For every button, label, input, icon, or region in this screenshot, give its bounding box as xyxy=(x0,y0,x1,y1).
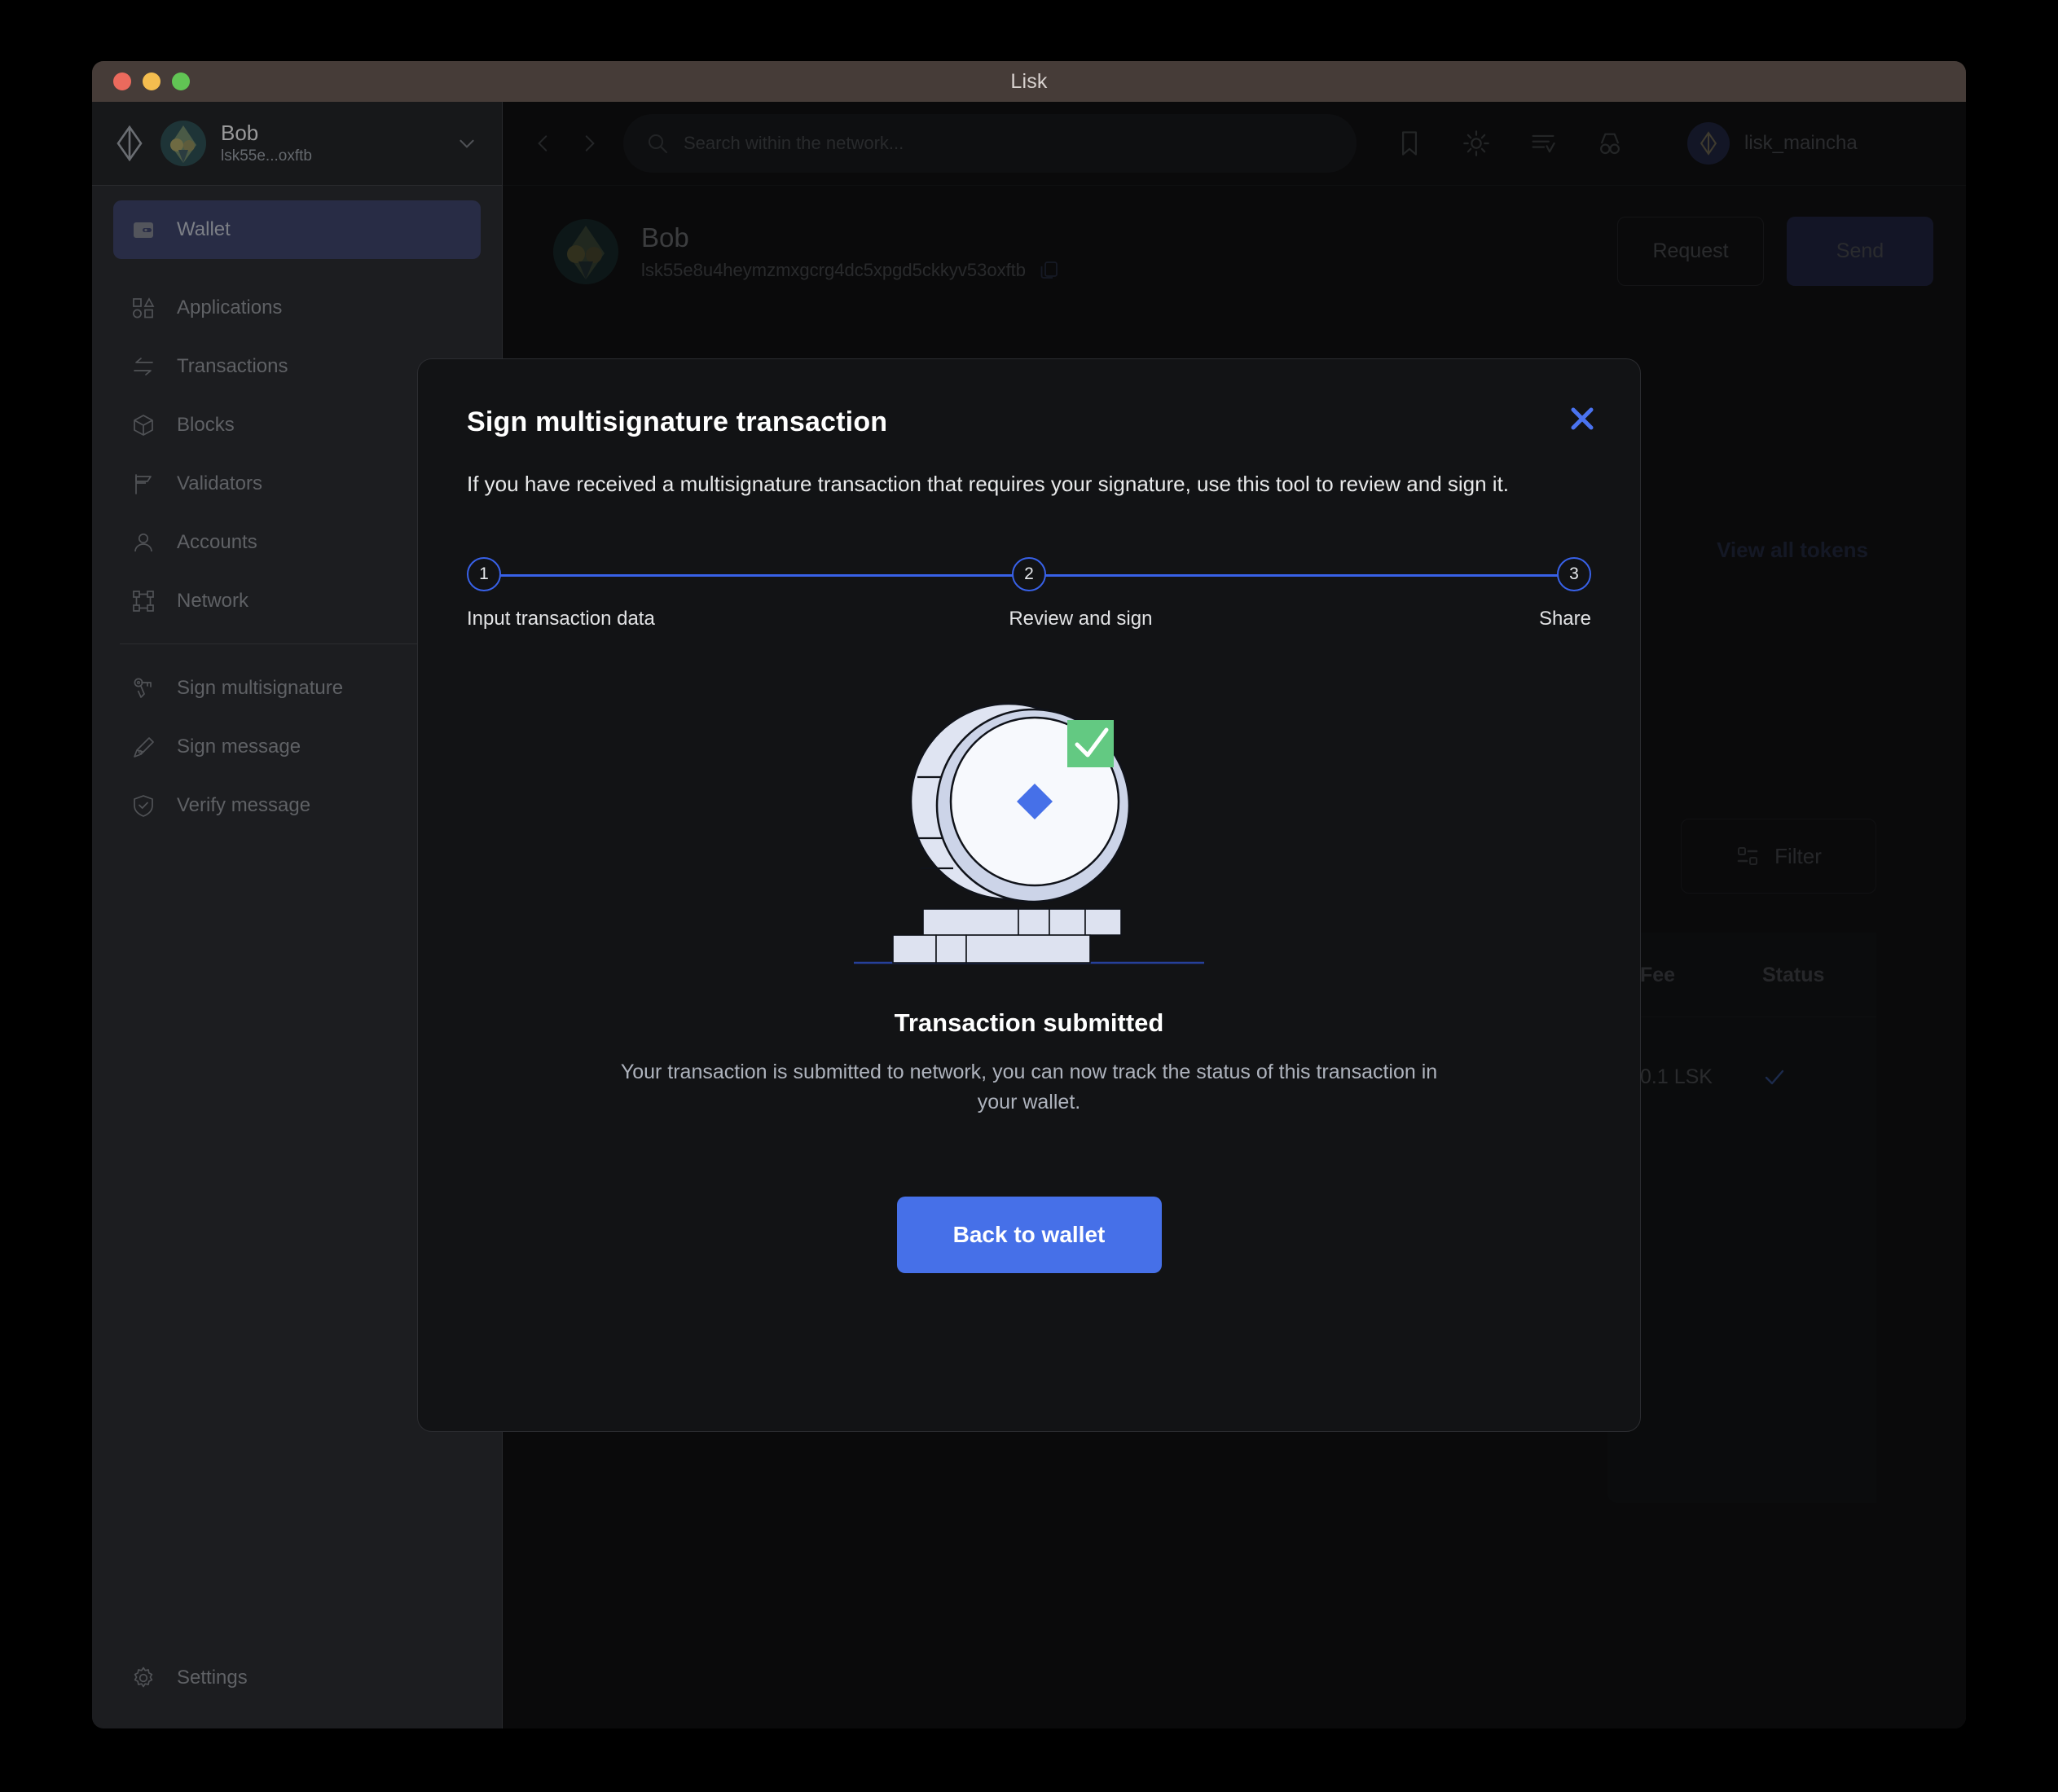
window-title: Lisk xyxy=(1010,70,1047,94)
wallet-icon xyxy=(131,217,156,242)
traffic-lights[interactable] xyxy=(113,72,190,90)
progress-stepper: 1 2 3 xyxy=(467,557,1591,593)
sidebar-item-label: Verify message xyxy=(177,794,310,817)
sidebar-item-wallet[interactable]: Wallet xyxy=(113,200,481,259)
step-2-dot[interactable]: 2 xyxy=(1012,557,1046,591)
sidebar-item-label: Blocks xyxy=(177,414,235,437)
step-3-dot[interactable]: 3 xyxy=(1557,557,1591,591)
step-3-label: Share xyxy=(1539,608,1591,630)
modal-description: If you have received a multisignature tr… xyxy=(467,469,1591,500)
modal-title: Sign multisignature transaction xyxy=(467,406,1591,438)
sidebar-item-label: Wallet xyxy=(177,218,231,241)
account-switcher[interactable]: Bob lsk55e...oxftb xyxy=(92,102,502,186)
close-button[interactable] xyxy=(1565,402,1599,436)
sidebar-item-label: Accounts xyxy=(177,531,257,554)
step-1-label: Input transaction data xyxy=(467,608,655,630)
close-window-button[interactable] xyxy=(113,72,131,90)
sidebar-item-label: Applications xyxy=(177,296,282,319)
keys-icon xyxy=(131,676,156,701)
sign-multisignature-modal: Sign multisignature transaction If you h… xyxy=(417,358,1641,1432)
result-title: Transaction submitted xyxy=(467,1008,1591,1038)
network-nodes-icon xyxy=(131,589,156,613)
gear-icon xyxy=(131,1666,156,1690)
coin-with-green-check-illustration xyxy=(467,687,1591,989)
account-name: Bob xyxy=(221,121,442,146)
sidebar-bottom: Settings xyxy=(113,1649,481,1728)
step-1-dot[interactable]: 1 xyxy=(467,557,501,591)
blocks-cube-icon xyxy=(131,413,156,437)
result-description: Your transaction is submitted to network… xyxy=(601,1057,1457,1118)
back-to-wallet-button[interactable]: Back to wallet xyxy=(897,1197,1162,1273)
sidebar-item-label: Settings xyxy=(177,1667,248,1689)
account-address-short: lsk55e...oxftb xyxy=(221,147,442,165)
app-window: Lisk Bob xyxy=(92,61,1966,1728)
validators-flag-icon xyxy=(131,472,156,496)
accounts-person-icon xyxy=(131,530,156,555)
shield-check-icon xyxy=(131,793,156,818)
sidebar-item-label: Network xyxy=(177,590,248,613)
zoom-window-button[interactable] xyxy=(172,72,190,90)
transactions-arrows-icon xyxy=(131,354,156,379)
sidebar-item-label: Transactions xyxy=(177,355,288,378)
step-2-label: Review and sign xyxy=(1009,608,1152,630)
minimize-window-button[interactable] xyxy=(143,72,161,90)
nav-spacer xyxy=(113,259,481,279)
close-x-icon xyxy=(1566,402,1598,435)
sidebar-item-settings[interactable]: Settings xyxy=(113,1649,481,1707)
avatar xyxy=(161,121,206,166)
window-titlebar: Lisk xyxy=(92,61,1966,102)
sidebar-item-label: Sign multisignature xyxy=(177,677,343,700)
sidebar-item-applications[interactable]: Applications xyxy=(113,279,481,337)
stepper-labels: Input transaction data Review and sign S… xyxy=(467,608,1591,630)
applications-grid-icon xyxy=(131,296,156,320)
sidebar-item-label: Sign message xyxy=(177,736,301,758)
lisk-logo-icon xyxy=(113,125,146,161)
pen-nib-icon xyxy=(131,735,156,759)
sidebar-item-label: Validators xyxy=(177,472,262,495)
chevron-down-icon[interactable] xyxy=(456,133,477,154)
